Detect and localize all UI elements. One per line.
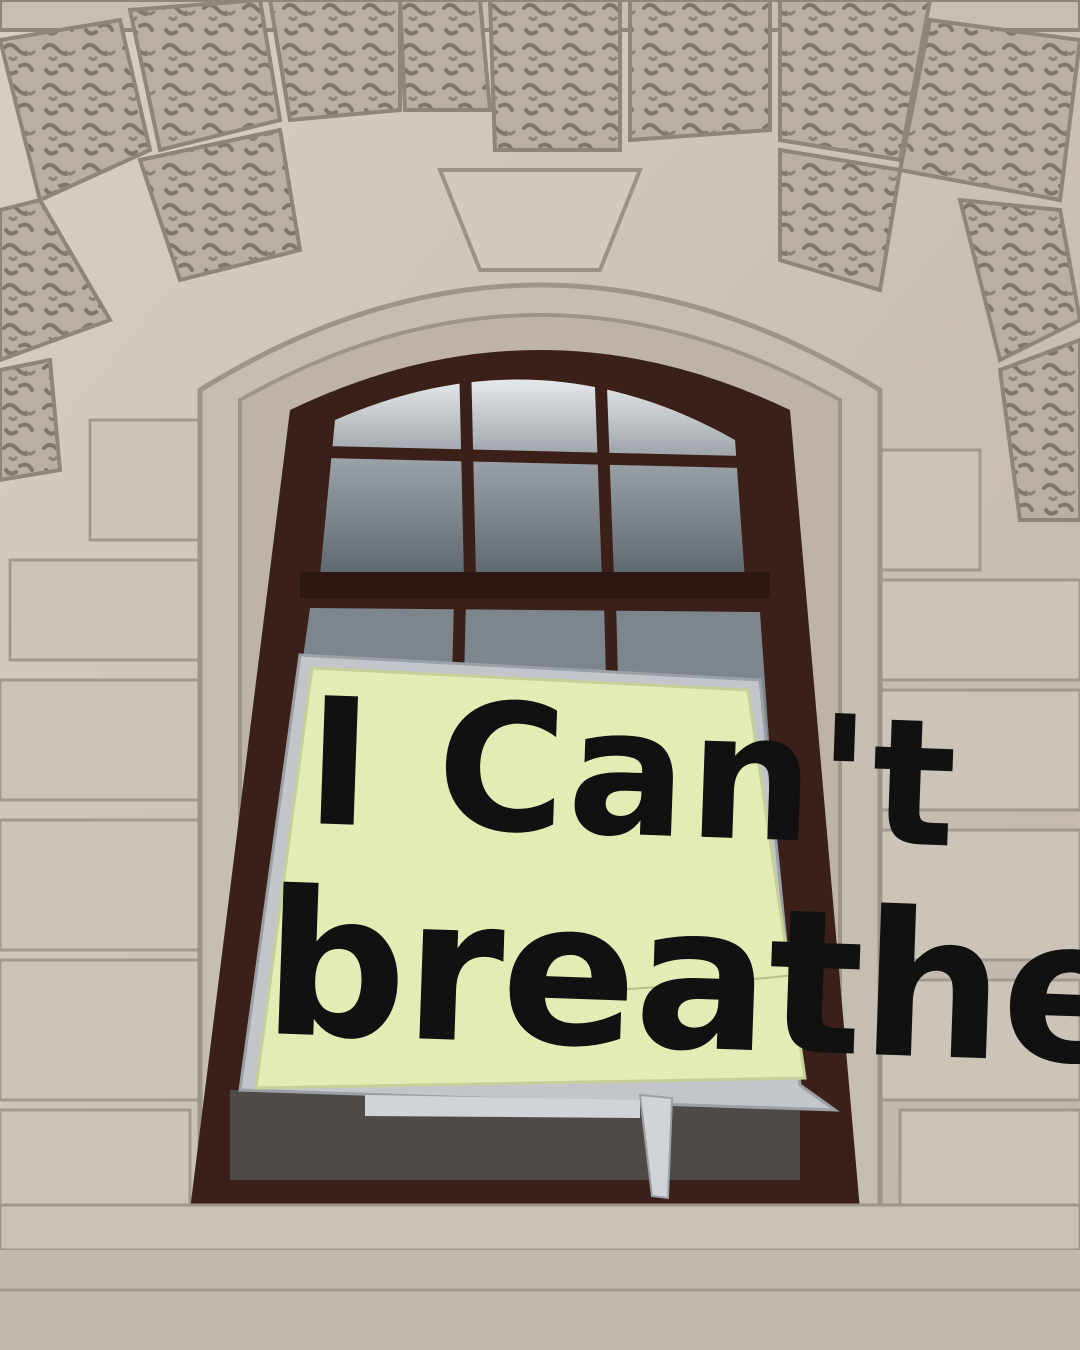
meeting-rail: [300, 572, 770, 598]
window-sill: [0, 1203, 1080, 1252]
protest-sign: [254, 666, 807, 1090]
photo-scene: I Can't breathe: [0, 0, 1080, 1350]
building-facade: [0, 0, 1080, 1350]
